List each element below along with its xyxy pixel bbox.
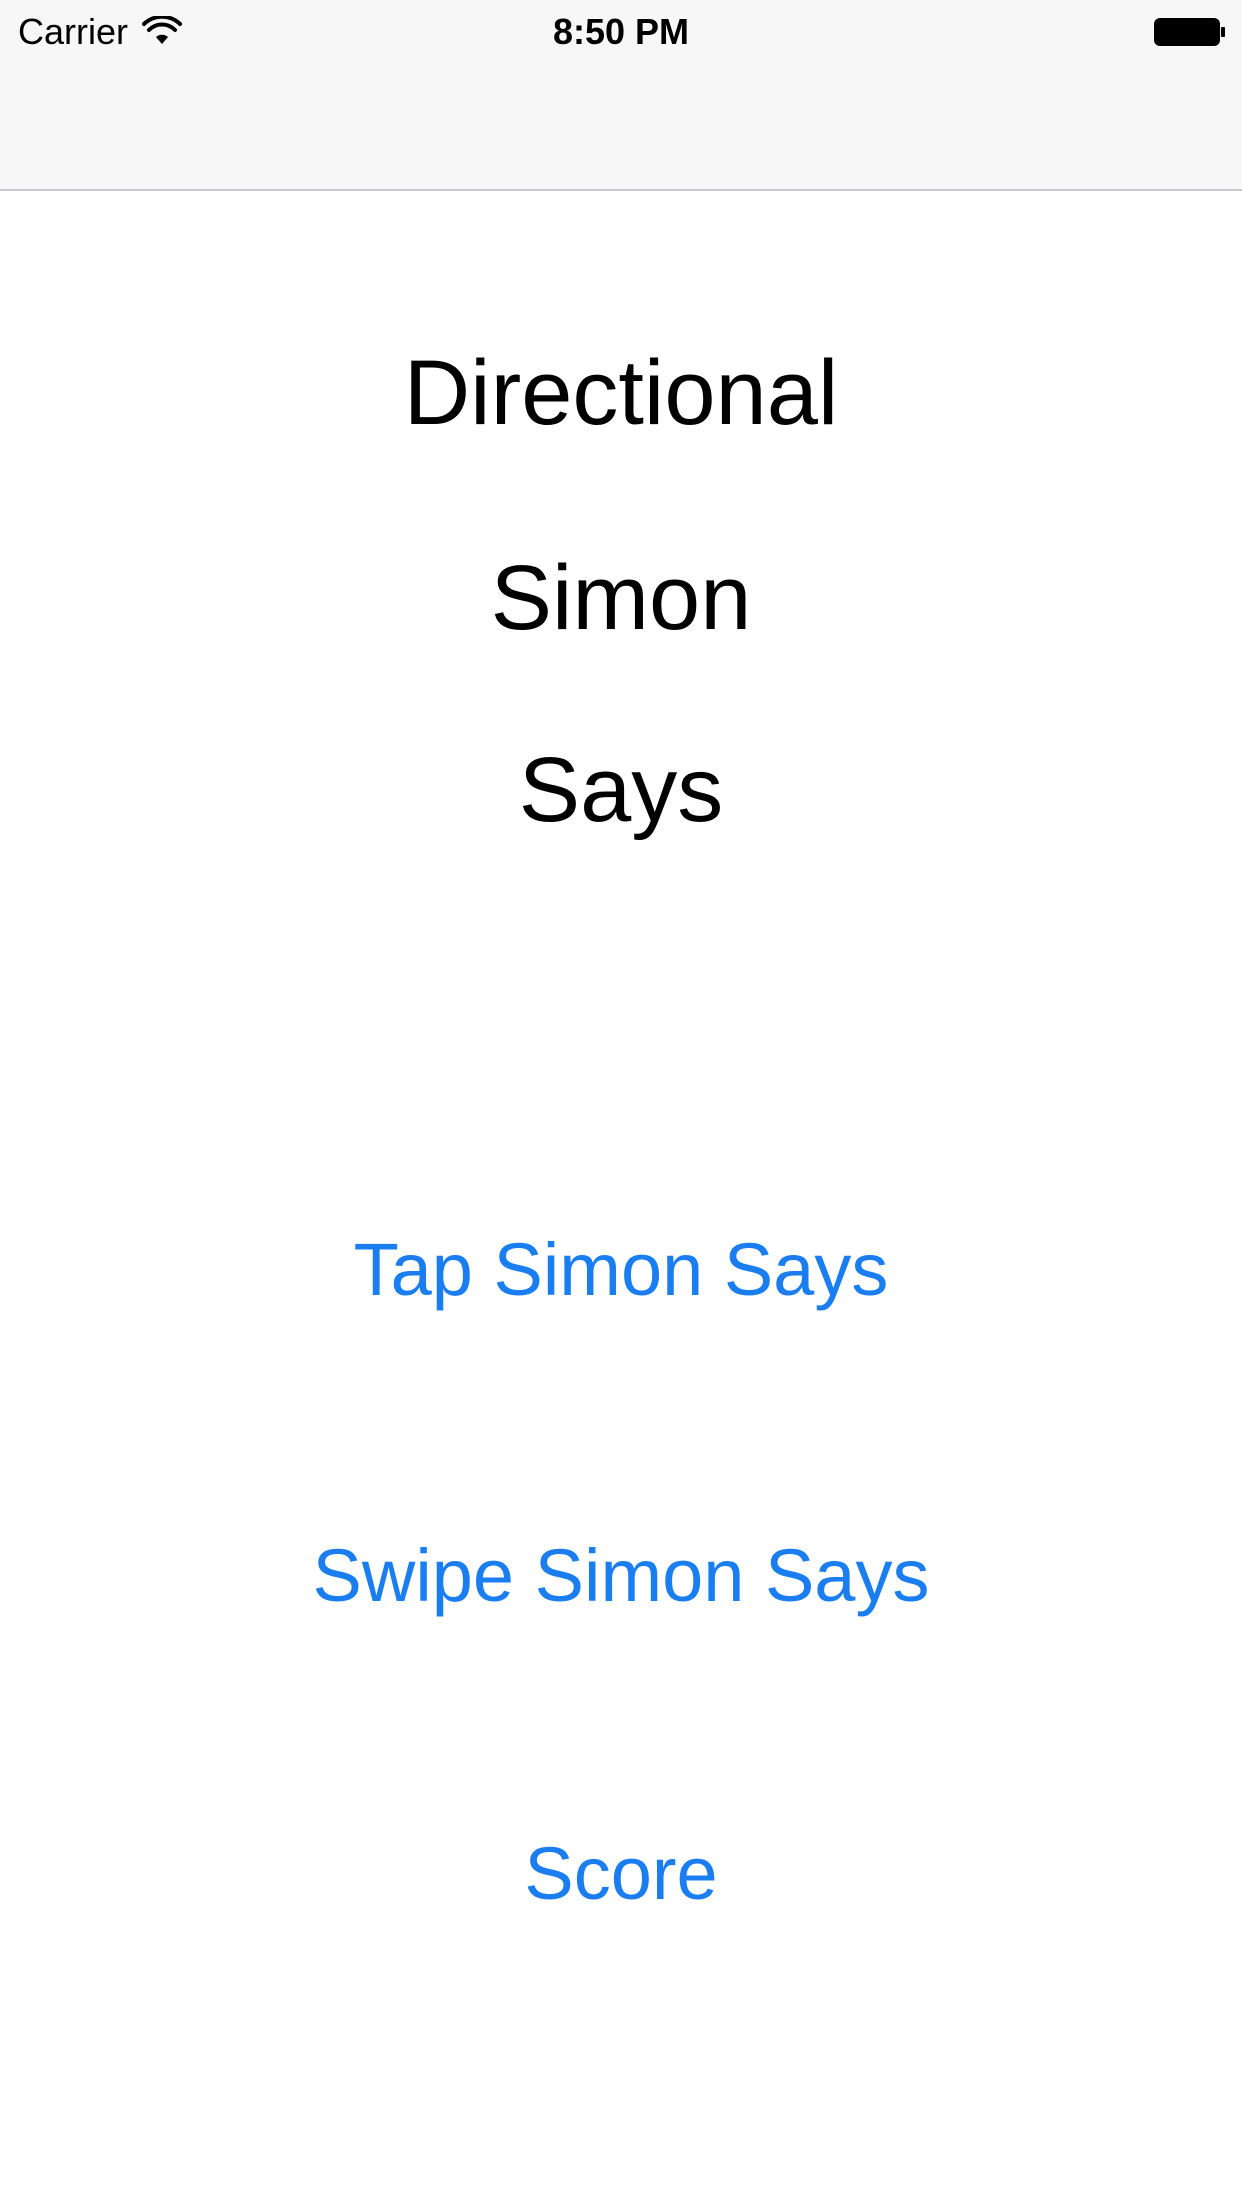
title-line-says: Says [518,739,724,841]
tap-simon-says-button[interactable]: Tap Simon Says [0,1222,1242,1318]
swipe-simon-says-button[interactable]: Swipe Simon Says [0,1528,1242,1624]
title-line-directional: Directional [403,342,839,444]
title-line-simon: Simon [490,547,752,649]
score-button[interactable]: Score [0,1826,1242,1922]
status-time: 8:50 PM [552,11,690,52]
battery-icon [1154,18,1225,46]
navigation-bar: Carrier 8:50 PM [0,0,1242,191]
